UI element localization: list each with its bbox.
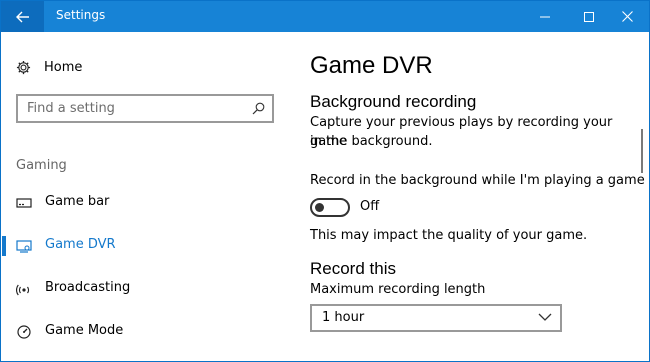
background-recording-description-line2: in the background.	[310, 134, 433, 149]
back-button[interactable]	[1, 1, 44, 32]
sidebar: Home Find a setting Gaming Game bar Game…	[1, 32, 286, 362]
toggle-knob	[315, 203, 324, 212]
settings-window: Settings Home Find a setting Gaming Game…	[0, 0, 650, 362]
max-recording-length-label: Maximum recording length	[310, 282, 486, 297]
gear-icon	[16, 60, 31, 74]
title-bar: Settings	[1, 1, 649, 32]
game-dvr-icon	[16, 240, 32, 253]
sidebar-item-broadcasting[interactable]: Broadcasting	[1, 275, 286, 303]
sidebar-item-home[interactable]: Home	[16, 57, 82, 77]
record-background-toggle[interactable]	[310, 198, 350, 217]
game-bar-icon	[16, 198, 32, 208]
search-icon[interactable]	[252, 102, 265, 115]
chevron-down-icon	[538, 313, 552, 321]
page-title: Game DVR	[310, 52, 433, 79]
game-mode-icon	[17, 325, 31, 339]
record-this-heading: Record this	[310, 259, 396, 278]
home-label: Home	[44, 59, 83, 75]
section-title: Gaming	[16, 158, 67, 173]
active-indicator	[2, 236, 6, 256]
close-icon	[621, 11, 633, 22]
quality-note: This may impact the quality of your game…	[310, 228, 588, 243]
main-content: Game DVR Background recording Capture yo…	[286, 32, 649, 362]
back-arrow-icon	[15, 11, 29, 22]
sidebar-item-game-bar[interactable]: Game bar	[1, 189, 286, 217]
sidebar-item-label: Broadcasting	[45, 280, 131, 295]
record-background-toggle-label: Record in the background while I'm playi…	[310, 173, 645, 188]
search-placeholder: Find a setting	[27, 101, 115, 116]
close-button[interactable]	[605, 1, 649, 32]
sidebar-item-game-mode[interactable]: Game Mode	[1, 318, 286, 346]
minimize-button[interactable]	[523, 1, 567, 32]
maximize-icon	[584, 11, 594, 22]
max-recording-length-select[interactable]: 1 hour	[310, 304, 562, 332]
sidebar-item-label: Game DVR	[45, 237, 116, 252]
toggle-state-text: Off	[360, 199, 380, 214]
select-value: 1 hour	[322, 310, 365, 325]
broadcasting-icon	[16, 284, 30, 296]
sidebar-item-label: Game Mode	[45, 323, 124, 338]
background-recording-heading: Background recording	[310, 92, 477, 111]
scrollbar[interactable]	[641, 129, 643, 173]
sidebar-item-label: Game bar	[45, 194, 110, 209]
window-title: Settings	[56, 8, 106, 22]
search-input[interactable]: Find a setting	[16, 94, 274, 123]
minimize-icon	[540, 16, 550, 17]
sidebar-item-game-dvr[interactable]: Game DVR	[1, 232, 286, 260]
